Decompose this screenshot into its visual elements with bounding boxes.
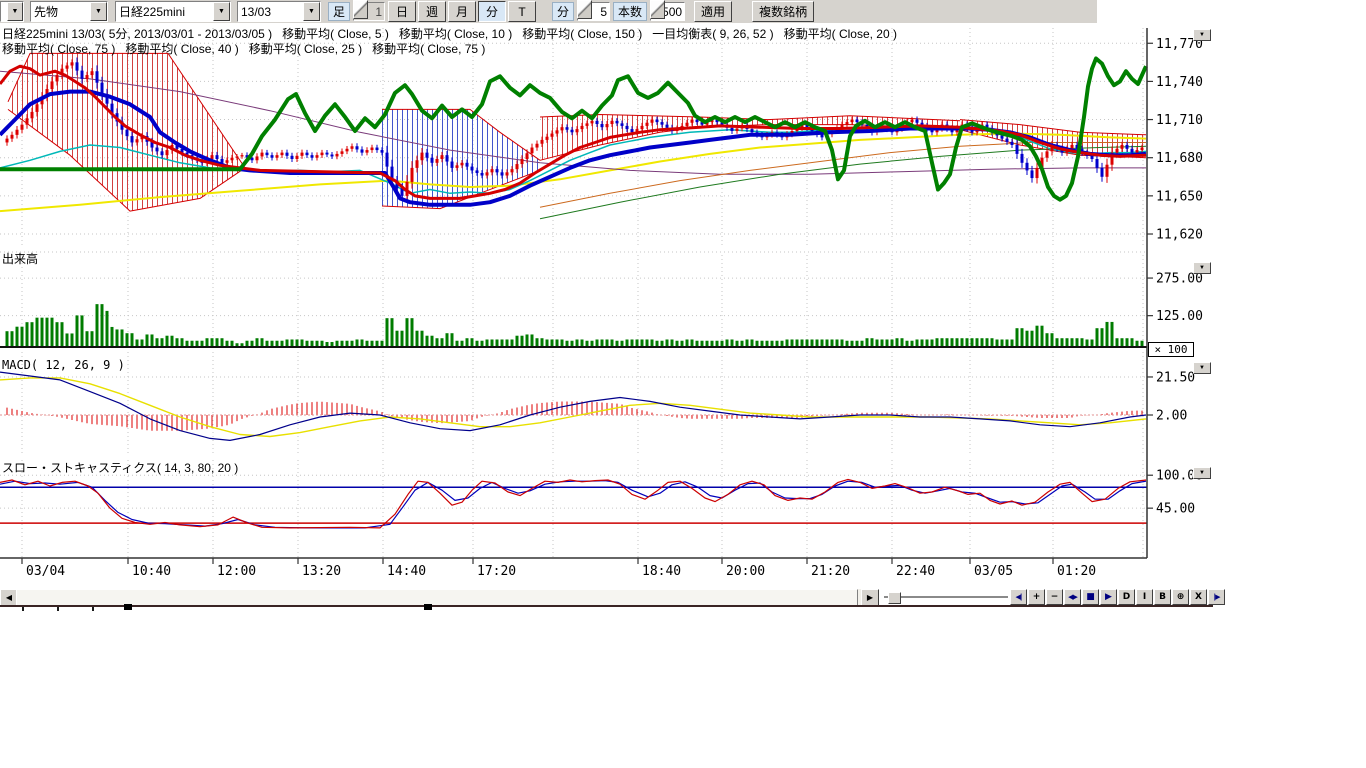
play-button[interactable]: ▶ (1100, 589, 1117, 605)
horizontal-scrollbar[interactable]: ◀ ▶ ◀|+−◀▶■▶DIB⊕X|▶ (0, 589, 1213, 605)
svg-text:17:20: 17:20 (477, 564, 516, 579)
fit-width-button[interactable]: ◀▶ (1064, 589, 1081, 605)
stochastics-panel-title: スロー・ストキャスティクス( 14, 3, 80, 20 ) (2, 459, 238, 476)
main-panel-menu-button[interactable]: ▼ (1193, 29, 1211, 41)
macd-panel-menu-button[interactable]: ▼ (1193, 362, 1211, 374)
bar-width-slider[interactable] (884, 592, 1008, 602)
bottom-edge-mark (424, 604, 432, 610)
jump-start-button[interactable]: ◀| (1010, 589, 1027, 605)
svg-text:12:00: 12:00 (217, 564, 256, 579)
zoom-out-button[interactable]: − (1046, 589, 1063, 605)
mode-i-button[interactable]: I (1136, 589, 1153, 605)
svg-text:125.00: 125.00 (1156, 309, 1203, 324)
svg-text:45.00: 45.00 (1156, 502, 1195, 517)
svg-text:11,710: 11,710 (1156, 113, 1203, 128)
stop-button[interactable]: ■ (1082, 589, 1099, 605)
jump-end-button[interactable]: |▶ (1208, 589, 1225, 605)
volume-panel-menu-button[interactable]: ▼ (1193, 262, 1211, 274)
chart-canvas[interactable]: 11,77011,74011,71011,68011,65011,620275.… (0, 0, 1213, 612)
volume-panel-title: 出来高 (2, 250, 38, 267)
svg-text:2.00: 2.00 (1156, 409, 1187, 424)
svg-text:11,650: 11,650 (1156, 189, 1203, 204)
svg-text:10:40: 10:40 (132, 564, 171, 579)
magnify-button[interactable]: ⊕ (1172, 589, 1189, 605)
chart-nav-button-group: ◀|+−◀▶■▶DIB⊕X|▶ (1010, 589, 1226, 605)
svg-text:03/05: 03/05 (974, 564, 1013, 579)
svg-text:18:40: 18:40 (642, 564, 681, 579)
bottom-edge-tick (92, 607, 94, 611)
bottom-edge-tick (57, 607, 59, 611)
svg-text:11,740: 11,740 (1156, 75, 1203, 90)
arrow-right-icon: ▶ (867, 594, 873, 602)
svg-text:21:20: 21:20 (811, 564, 850, 579)
zoom-in-button[interactable]: + (1028, 589, 1045, 605)
arrow-left-icon: ◀ (6, 594, 12, 602)
slider-groove (884, 596, 1008, 599)
chevron-down-icon: ▼ (1199, 470, 1205, 476)
svg-text:03/04: 03/04 (26, 564, 65, 579)
mode-d-button[interactable]: D (1118, 589, 1135, 605)
svg-text:21.50: 21.50 (1156, 370, 1195, 385)
svg-text:11,680: 11,680 (1156, 151, 1203, 166)
chart-application-window: ▼ 先物 ▼ 日経225mini ▼ 13/03 ▼ 足 1 日 週 月 分 T… (0, 0, 1366, 768)
scrollbar-track[interactable] (16, 589, 861, 605)
svg-text:11,620: 11,620 (1156, 228, 1203, 243)
macd-panel-title: MACD( 12, 26, 9 ) (2, 358, 125, 372)
window-bottom-edge (0, 605, 1213, 607)
slider-thumb[interactable] (888, 592, 901, 604)
svg-text:01:20: 01:20 (1057, 564, 1096, 579)
stoch-panel-menu-button[interactable]: ▼ (1193, 467, 1211, 479)
bottom-edge-mark (124, 604, 132, 610)
close-button[interactable]: X (1190, 589, 1207, 605)
volume-multiplier-badge: × 100 (1148, 342, 1194, 357)
svg-text:22:40: 22:40 (896, 564, 935, 579)
bottom-edge-tick (22, 607, 24, 611)
chevron-down-icon: ▼ (1199, 265, 1205, 271)
chevron-down-icon: ▼ (1199, 32, 1205, 38)
svg-text:14:40: 14:40 (387, 564, 426, 579)
chart-header-line2: 移動平均( Close, 75 ) 移動平均( Close, 40 ) 移動平均… (2, 40, 485, 57)
chevron-down-icon: ▼ (1199, 365, 1205, 371)
svg-text:13:20: 13:20 (302, 564, 341, 579)
svg-text:20:00: 20:00 (726, 564, 765, 579)
mode-b-button[interactable]: B (1154, 589, 1171, 605)
